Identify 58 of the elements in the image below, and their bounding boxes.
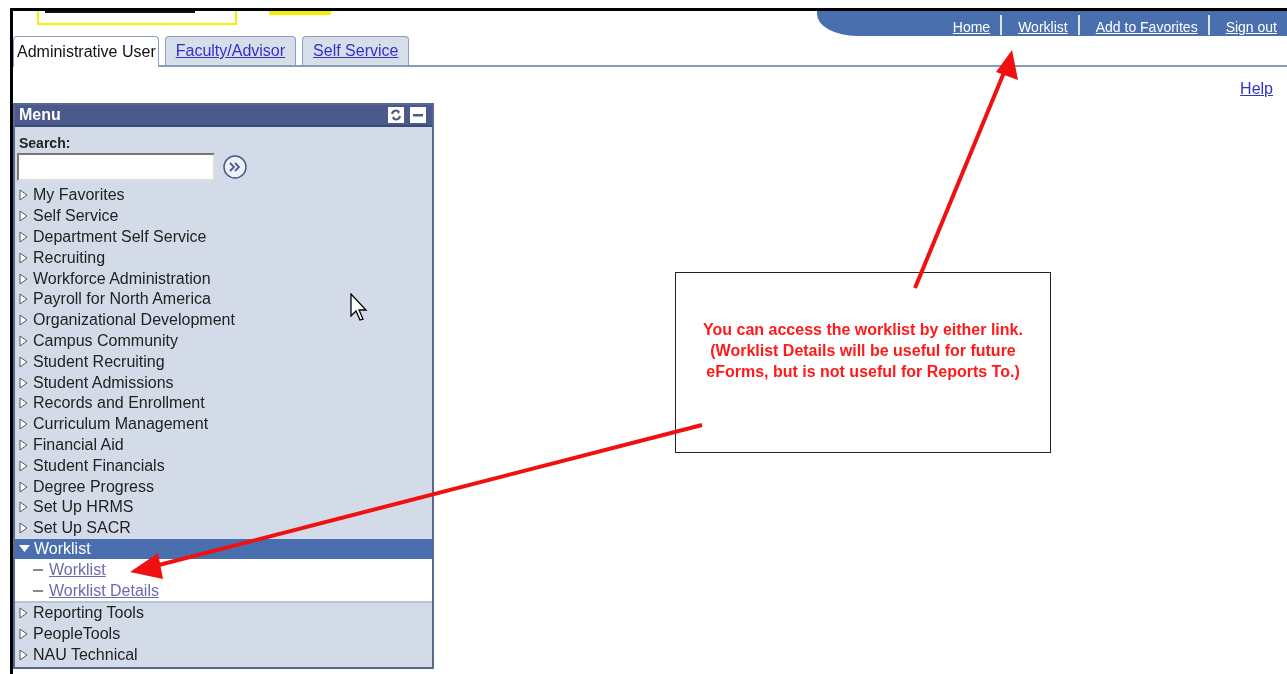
collapsed-triangle-icon xyxy=(19,231,28,243)
menu-item[interactable]: Self Service xyxy=(15,205,432,227)
collapsed-triangle-icon xyxy=(19,628,28,641)
menu-item[interactable]: Degree Progress xyxy=(15,476,432,497)
mouse-cursor-icon xyxy=(350,293,368,321)
tab[interactable]: Self Service xyxy=(302,36,410,65)
collapsed-triangle-icon xyxy=(19,314,28,327)
collapsed-triangle-icon xyxy=(19,376,28,389)
menu-title: Menu xyxy=(19,105,61,125)
collapsed-triangle-icon xyxy=(19,480,28,493)
menu-item[interactable]: Set Up HRMS xyxy=(15,496,432,518)
collapsed-triangle-icon xyxy=(19,355,28,368)
collapsed-triangle-icon xyxy=(19,189,28,202)
collapsed-triangle-icon xyxy=(19,501,28,514)
collapsed-triangle-icon xyxy=(19,607,28,620)
menu-item[interactable]: Workforce Administration xyxy=(15,268,432,289)
menu-item[interactable]: Student Admissions xyxy=(15,372,432,393)
menu-item[interactable]: NAU Technical xyxy=(15,644,432,666)
refresh-icon[interactable] xyxy=(388,107,404,123)
menu-item[interactable]: My Favorites xyxy=(15,185,432,206)
collapsed-triangle-icon xyxy=(19,397,28,410)
menu-item[interactable]: Student Financials xyxy=(15,455,432,477)
header-link[interactable]: Add to Favorites xyxy=(1079,19,1208,35)
tab[interactable]: Administrative User xyxy=(13,36,159,67)
expanded-triangle-icon xyxy=(19,544,30,553)
collapsed-triangle-icon xyxy=(19,459,28,472)
collapsed-triangle-icon xyxy=(19,438,28,451)
collapsed-triangle-icon xyxy=(19,334,28,347)
collapsed-triangle-icon xyxy=(19,648,28,661)
header-link[interactable]: Home xyxy=(936,19,1001,35)
callout-text: You can access the worklist by either link. (Worklist Details will be useful for future eForms, but is not useful for Reports To.) xyxy=(702,320,1024,382)
search-label: Search: xyxy=(18,134,72,151)
menu-item[interactable]: Financial Aid xyxy=(15,434,432,456)
go-icon[interactable] xyxy=(223,155,247,179)
menu-item[interactable]: Reporting Tools xyxy=(15,602,432,624)
menu-item[interactable]: Department Self Service xyxy=(15,226,432,248)
menu-item[interactable]: Payroll for North America xyxy=(15,289,432,310)
collapsed-triangle-icon xyxy=(19,272,28,285)
menu-item[interactable]: Campus Community xyxy=(15,330,432,352)
menu-item[interactable]: Curriculum Management xyxy=(15,413,432,435)
search-field[interactable] xyxy=(17,153,215,181)
tab[interactable]: Faculty/Advisor xyxy=(164,36,297,65)
menu-item[interactable]: PeopleTools xyxy=(15,623,432,645)
menu-item[interactable]: Worklist xyxy=(15,538,432,560)
menu-item[interactable]: Recruiting xyxy=(15,247,432,269)
collapsed-triangle-icon xyxy=(19,251,28,264)
collapsed-triangle-icon xyxy=(19,522,28,535)
collapsed-triangle-icon xyxy=(19,418,28,431)
header-link[interactable]: Sign out xyxy=(1209,19,1287,35)
collapsed-triangle-icon xyxy=(19,293,28,306)
collapsed-triangle-icon xyxy=(19,210,28,223)
help-link[interactable]: Help xyxy=(1240,77,1273,103)
menu-item[interactable]: Student Recruiting xyxy=(15,351,432,373)
header-link[interactable]: Worklist xyxy=(1002,19,1078,35)
menu-item[interactable]: Set Up SACR xyxy=(15,517,432,539)
collapse-icon[interactable] xyxy=(410,107,426,123)
menu-item[interactable]: Records and Enrollment xyxy=(15,392,432,414)
menu-item[interactable]: Organizational Development xyxy=(15,309,432,331)
